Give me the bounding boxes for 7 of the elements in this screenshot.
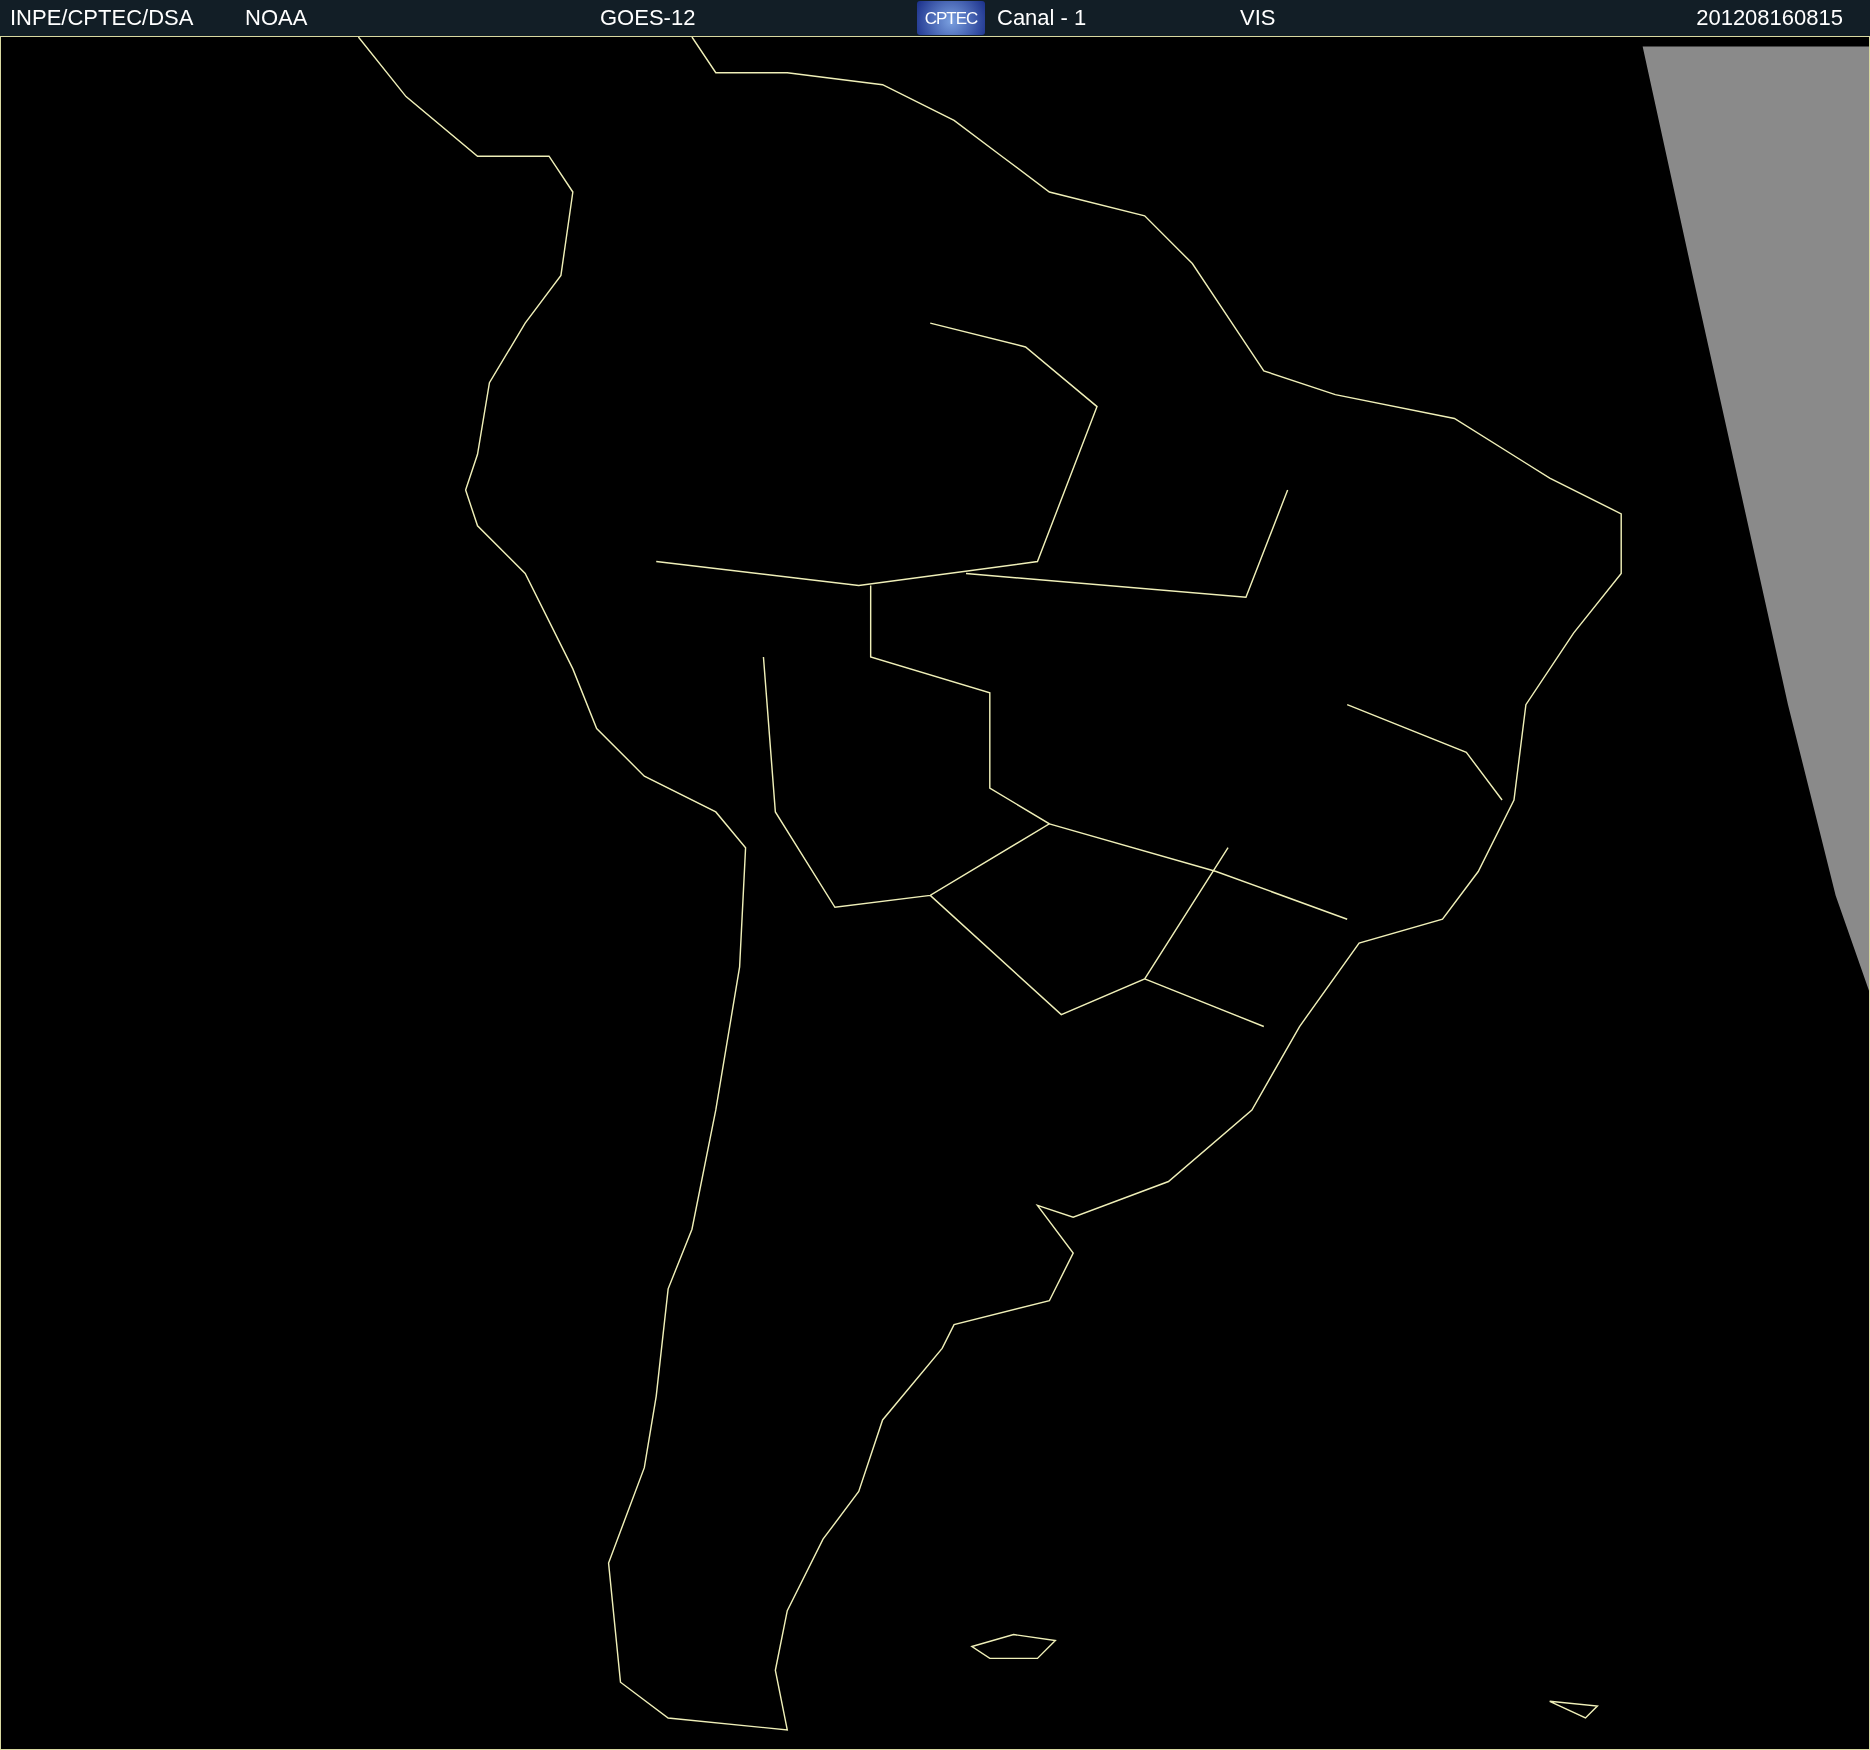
band-label: VIS: [1240, 7, 1277, 29]
source-label: INPE/CPTEC/DSA: [10, 7, 195, 29]
agency-label: NOAA: [245, 7, 309, 29]
satellite-label: GOES-12: [600, 7, 697, 29]
timestamp-label: 201208160815: [1696, 7, 1844, 29]
logo: CPTEC: [917, 1, 985, 35]
channel-label: Canal - 1: [997, 7, 1088, 29]
